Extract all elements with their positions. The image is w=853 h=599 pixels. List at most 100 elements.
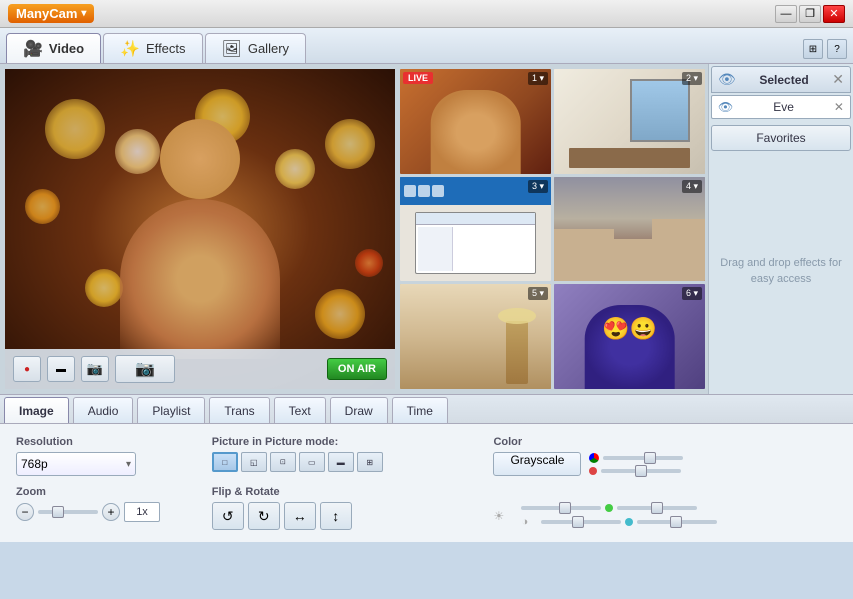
zoom-slider[interactable]	[38, 510, 98, 514]
sidebar-panel: 👁 Selected ✕ 👁 Eve ✕ Favorites Drag and …	[708, 64, 853, 394]
btab-image[interactable]: Image	[4, 397, 69, 423]
window-controls: — ❐ ✕	[775, 5, 845, 23]
video-controls-bar: ● ▬ 📷 📷 ON AIR	[5, 349, 395, 389]
btab-audio[interactable]: Audio	[73, 397, 134, 423]
record-video-button[interactable]: ●	[13, 356, 41, 382]
zoom-controls: − + 1x	[16, 502, 188, 522]
bokeh-overlay	[5, 69, 395, 349]
rotate-right-button[interactable]: ↻	[248, 502, 280, 530]
settings-row-2: Zoom − + 1x Flip & Rotate ↺ ↻ ↔ ↕ ☀	[16, 486, 837, 530]
tabbar-btn-1[interactable]: ⊞	[803, 39, 823, 59]
resolution-col: Resolution 768p ▾	[16, 436, 188, 476]
rgb-slider[interactable]	[603, 456, 683, 460]
cam6-number: 6 ▾	[682, 287, 702, 300]
favorites-button[interactable]: Favorites	[711, 125, 851, 151]
zoom-col: Zoom − + 1x	[16, 486, 188, 522]
minimize-button[interactable]: —	[775, 5, 797, 23]
flip-col: Flip & Rotate ↺ ↻ ↔ ↕	[212, 486, 470, 530]
restore-button[interactable]: ❐	[799, 5, 821, 23]
cam1-number: 1 ▾	[528, 72, 548, 85]
color-label: Color	[493, 436, 837, 448]
main-tabbar: 🎥 Video ✨ Effects 🖼 Gallery ⊞ ?	[0, 28, 853, 64]
pip-btn-4[interactable]: ▭	[299, 452, 325, 472]
btab-playlist[interactable]: Playlist	[137, 397, 205, 423]
camera-1-thumb[interactable]: LIVE 1 ▾	[400, 69, 551, 174]
tab-gallery-label: Gallery	[248, 41, 289, 56]
flip-horizontal-button[interactable]: ↔	[284, 502, 316, 530]
sidebar-eve-item[interactable]: 👁 Eve ✕	[711, 95, 851, 119]
camera-2-thumb[interactable]: 2 ▾	[554, 69, 705, 174]
cam4-number: 4 ▾	[682, 180, 702, 193]
capture-button[interactable]: 📷	[115, 355, 175, 383]
pip-buttons: □ ◱ ⊡ ▭ ▬ ⊞	[212, 452, 470, 472]
gallery-tab-icon: 🖼	[222, 39, 242, 59]
resolution-dropdown-arrow: ▾	[126, 459, 131, 470]
cam2-number: 2 ▾	[682, 72, 702, 85]
flip-vertical-button[interactable]: ↕	[320, 502, 352, 530]
brightness-icon: ☀	[493, 509, 504, 523]
pause-button[interactable]: ▬	[47, 356, 75, 382]
brightness-slider-item	[521, 504, 717, 512]
tab-effects-label: Effects	[146, 41, 186, 56]
brightness-slider[interactable]	[521, 506, 601, 510]
color-row: Grayscale	[493, 452, 837, 476]
zoom-display: 1x	[124, 502, 160, 522]
cyan-dot	[625, 518, 633, 526]
btab-draw[interactable]: Draw	[330, 397, 388, 423]
camera-4-thumb[interactable]: 4 ▾	[554, 177, 705, 282]
tab-gallery[interactable]: 🖼 Gallery	[205, 33, 307, 63]
btab-trans[interactable]: Trans	[209, 397, 269, 423]
zoom-minus-button[interactable]: −	[16, 503, 34, 521]
flip-buttons: ↺ ↻ ↔ ↕	[212, 502, 470, 530]
pip-label: Picture in Picture mode:	[212, 436, 470, 448]
zoom-label: Zoom	[16, 486, 188, 498]
rotate-left-button[interactable]: ↺	[212, 502, 244, 530]
drag-hint-text: Drag and drop effects for easy access	[711, 151, 851, 392]
sidebar-close-button[interactable]: ✕	[832, 71, 844, 88]
app-logo[interactable]: ManyCam ▾	[8, 4, 94, 23]
app-menu-arrow: ▾	[81, 8, 86, 19]
grayscale-button[interactable]: Grayscale	[493, 452, 581, 476]
btab-time[interactable]: Time	[392, 397, 448, 423]
camera-3-thumb[interactable]: 3 ▾	[400, 177, 551, 282]
camera-5-thumb[interactable]: 5 ▾	[400, 284, 551, 389]
snapshot-button[interactable]: 📷	[81, 356, 109, 382]
pip-col: Picture in Picture mode: □ ◱ ⊡ ▭ ▬ ⊞	[212, 436, 470, 472]
tab-effects[interactable]: ✨ Effects	[103, 33, 202, 63]
onair-button[interactable]: ON AIR	[327, 358, 387, 380]
eve-label: Eve	[773, 100, 794, 114]
red-slider[interactable]	[601, 469, 681, 473]
extra-sliders-col: ☀ ◑	[493, 486, 837, 528]
contrast-slider-item: ◑	[521, 516, 717, 528]
resolution-select[interactable]: 768p ▾	[16, 452, 136, 476]
tab-video[interactable]: 🎥 Video	[6, 33, 101, 63]
tabbar-btn-2[interactable]: ?	[827, 39, 847, 59]
close-button[interactable]: ✕	[823, 5, 845, 23]
contrast-slider[interactable]	[541, 520, 621, 524]
pip-btn-5[interactable]: ▬	[328, 452, 354, 472]
eve-remove-button[interactable]: ✕	[834, 100, 844, 114]
app-title: ManyCam	[16, 6, 77, 21]
zoom-plus-button[interactable]: +	[102, 503, 120, 521]
pip-btn-3[interactable]: ⊡	[270, 452, 296, 472]
video-preview: ● ▬ 📷 📷 ON AIR	[5, 69, 395, 389]
pip-btn-6[interactable]: ⊞	[357, 452, 383, 472]
green-slider[interactable]	[617, 506, 697, 510]
resolution-value: 768p	[21, 457, 48, 471]
video-tab-icon: 🎥	[23, 39, 43, 59]
red-dot	[589, 467, 597, 475]
pip-btn-1[interactable]: □	[212, 452, 238, 472]
bottom-tabbar: Image Audio Playlist Trans Text Draw Tim…	[0, 394, 853, 424]
settings-row-1: Resolution 768p ▾ Picture in Picture mod…	[16, 436, 837, 476]
tabbar-right-controls: ⊞ ?	[803, 39, 847, 63]
camera-6-thumb[interactable]: 😍😀 6 ▾	[554, 284, 705, 389]
pip-btn-2[interactable]: ◱	[241, 452, 267, 472]
tab-video-label: Video	[49, 41, 84, 56]
color-col: Color Grayscale	[493, 436, 837, 476]
camera-grid: LIVE 1 ▾ 2 ▾	[400, 64, 708, 394]
contrast-icon: ◑	[521, 516, 537, 528]
btab-text[interactable]: Text	[274, 397, 326, 423]
extra-sliders-row: ☀ ◑	[493, 504, 837, 528]
main-area: ● ▬ 📷 📷 ON AIR LIVE 1 ▾ 2 ▾	[0, 64, 853, 394]
cyan-slider[interactable]	[637, 520, 717, 524]
